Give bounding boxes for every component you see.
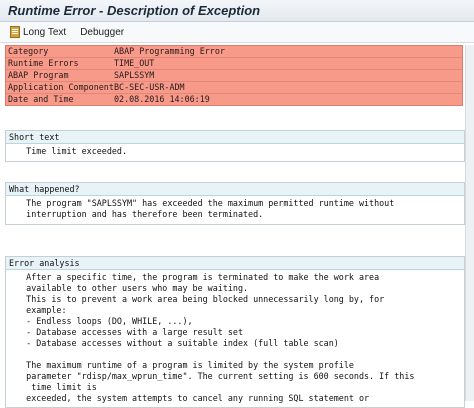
section-line [6, 349, 464, 360]
section-title: What happened? [6, 183, 464, 196]
header-row: Application Component BC-SEC-USR-ADM [6, 82, 462, 94]
vertical-scrollbar[interactable] [465, 45, 474, 401]
header-info: Category ABAP Programming Error Runtime … [5, 45, 463, 106]
header-value: ABAP Programming Error [114, 46, 225, 56]
debugger-label: Debugger [80, 26, 125, 38]
long-text-button[interactable]: Long Text [10, 26, 66, 38]
section-line: example: [6, 305, 67, 315]
section-line: - Database accesses without a suitable i… [6, 338, 339, 348]
section-line: - Endless loops (DO, WHILE, ...), [6, 316, 193, 326]
header-row: Runtime Errors TIME_OUT [6, 58, 462, 70]
section-line: The program "SAPLSSYM" has exceeded the … [6, 198, 395, 208]
section-title: Short text [6, 131, 464, 144]
section-line: time limit is [6, 382, 97, 392]
header-label: Category [8, 46, 49, 56]
toolbar: Long Text Debugger [0, 22, 474, 43]
window-title: Runtime Error - Description of Exception [0, 0, 474, 22]
header-value: TIME_OUT [114, 58, 155, 68]
long-text-label: Long Text [23, 26, 67, 38]
header-label: Date and Time [8, 94, 74, 104]
header-value: SAPLSSYM [114, 70, 155, 80]
header-label: ABAP Program [8, 70, 69, 80]
short-text-section: Short text Time limit exceeded. [5, 130, 465, 162]
header-value: 02.08.2016 14:06:19 [114, 94, 210, 104]
long-text-icon [10, 26, 20, 38]
section-line: available to other users who may be wait… [6, 283, 249, 293]
section-line: The maximum runtime of a program is limi… [6, 360, 354, 370]
header-row: Category ABAP Programming Error [6, 46, 462, 58]
header-label: Runtime Errors [8, 58, 79, 68]
section-line: After a specific time, the program is te… [6, 272, 380, 282]
header-label: Application Component [8, 82, 114, 92]
section-line: exceeded, the system attempts to cancel … [6, 393, 370, 403]
error-analysis-section: Error analysis After a specific time, th… [5, 256, 465, 408]
header-table: Category ABAP Programming Error Runtime … [5, 45, 463, 106]
section-line: This is to prevent a work area being blo… [6, 294, 385, 304]
section-line: parameter "rdisp/max_wprun_time". The cu… [6, 371, 415, 381]
section-line: interruption and has therefore been term… [6, 209, 264, 219]
section-line: - Database accesses with a large result … [6, 327, 243, 337]
header-row: Date and Time 02.08.2016 14:06:19 [6, 94, 462, 105]
section-title: Error analysis [6, 257, 464, 270]
debugger-button[interactable]: Debugger [80, 27, 124, 38]
header-value: BC-SEC-USR-ADM [114, 82, 185, 92]
header-row: ABAP Program SAPLSSYM [6, 70, 462, 82]
section-line: Time limit exceeded. [6, 146, 128, 156]
what-happened-section: What happened? The program "SAPLSSYM" ha… [5, 182, 465, 225]
